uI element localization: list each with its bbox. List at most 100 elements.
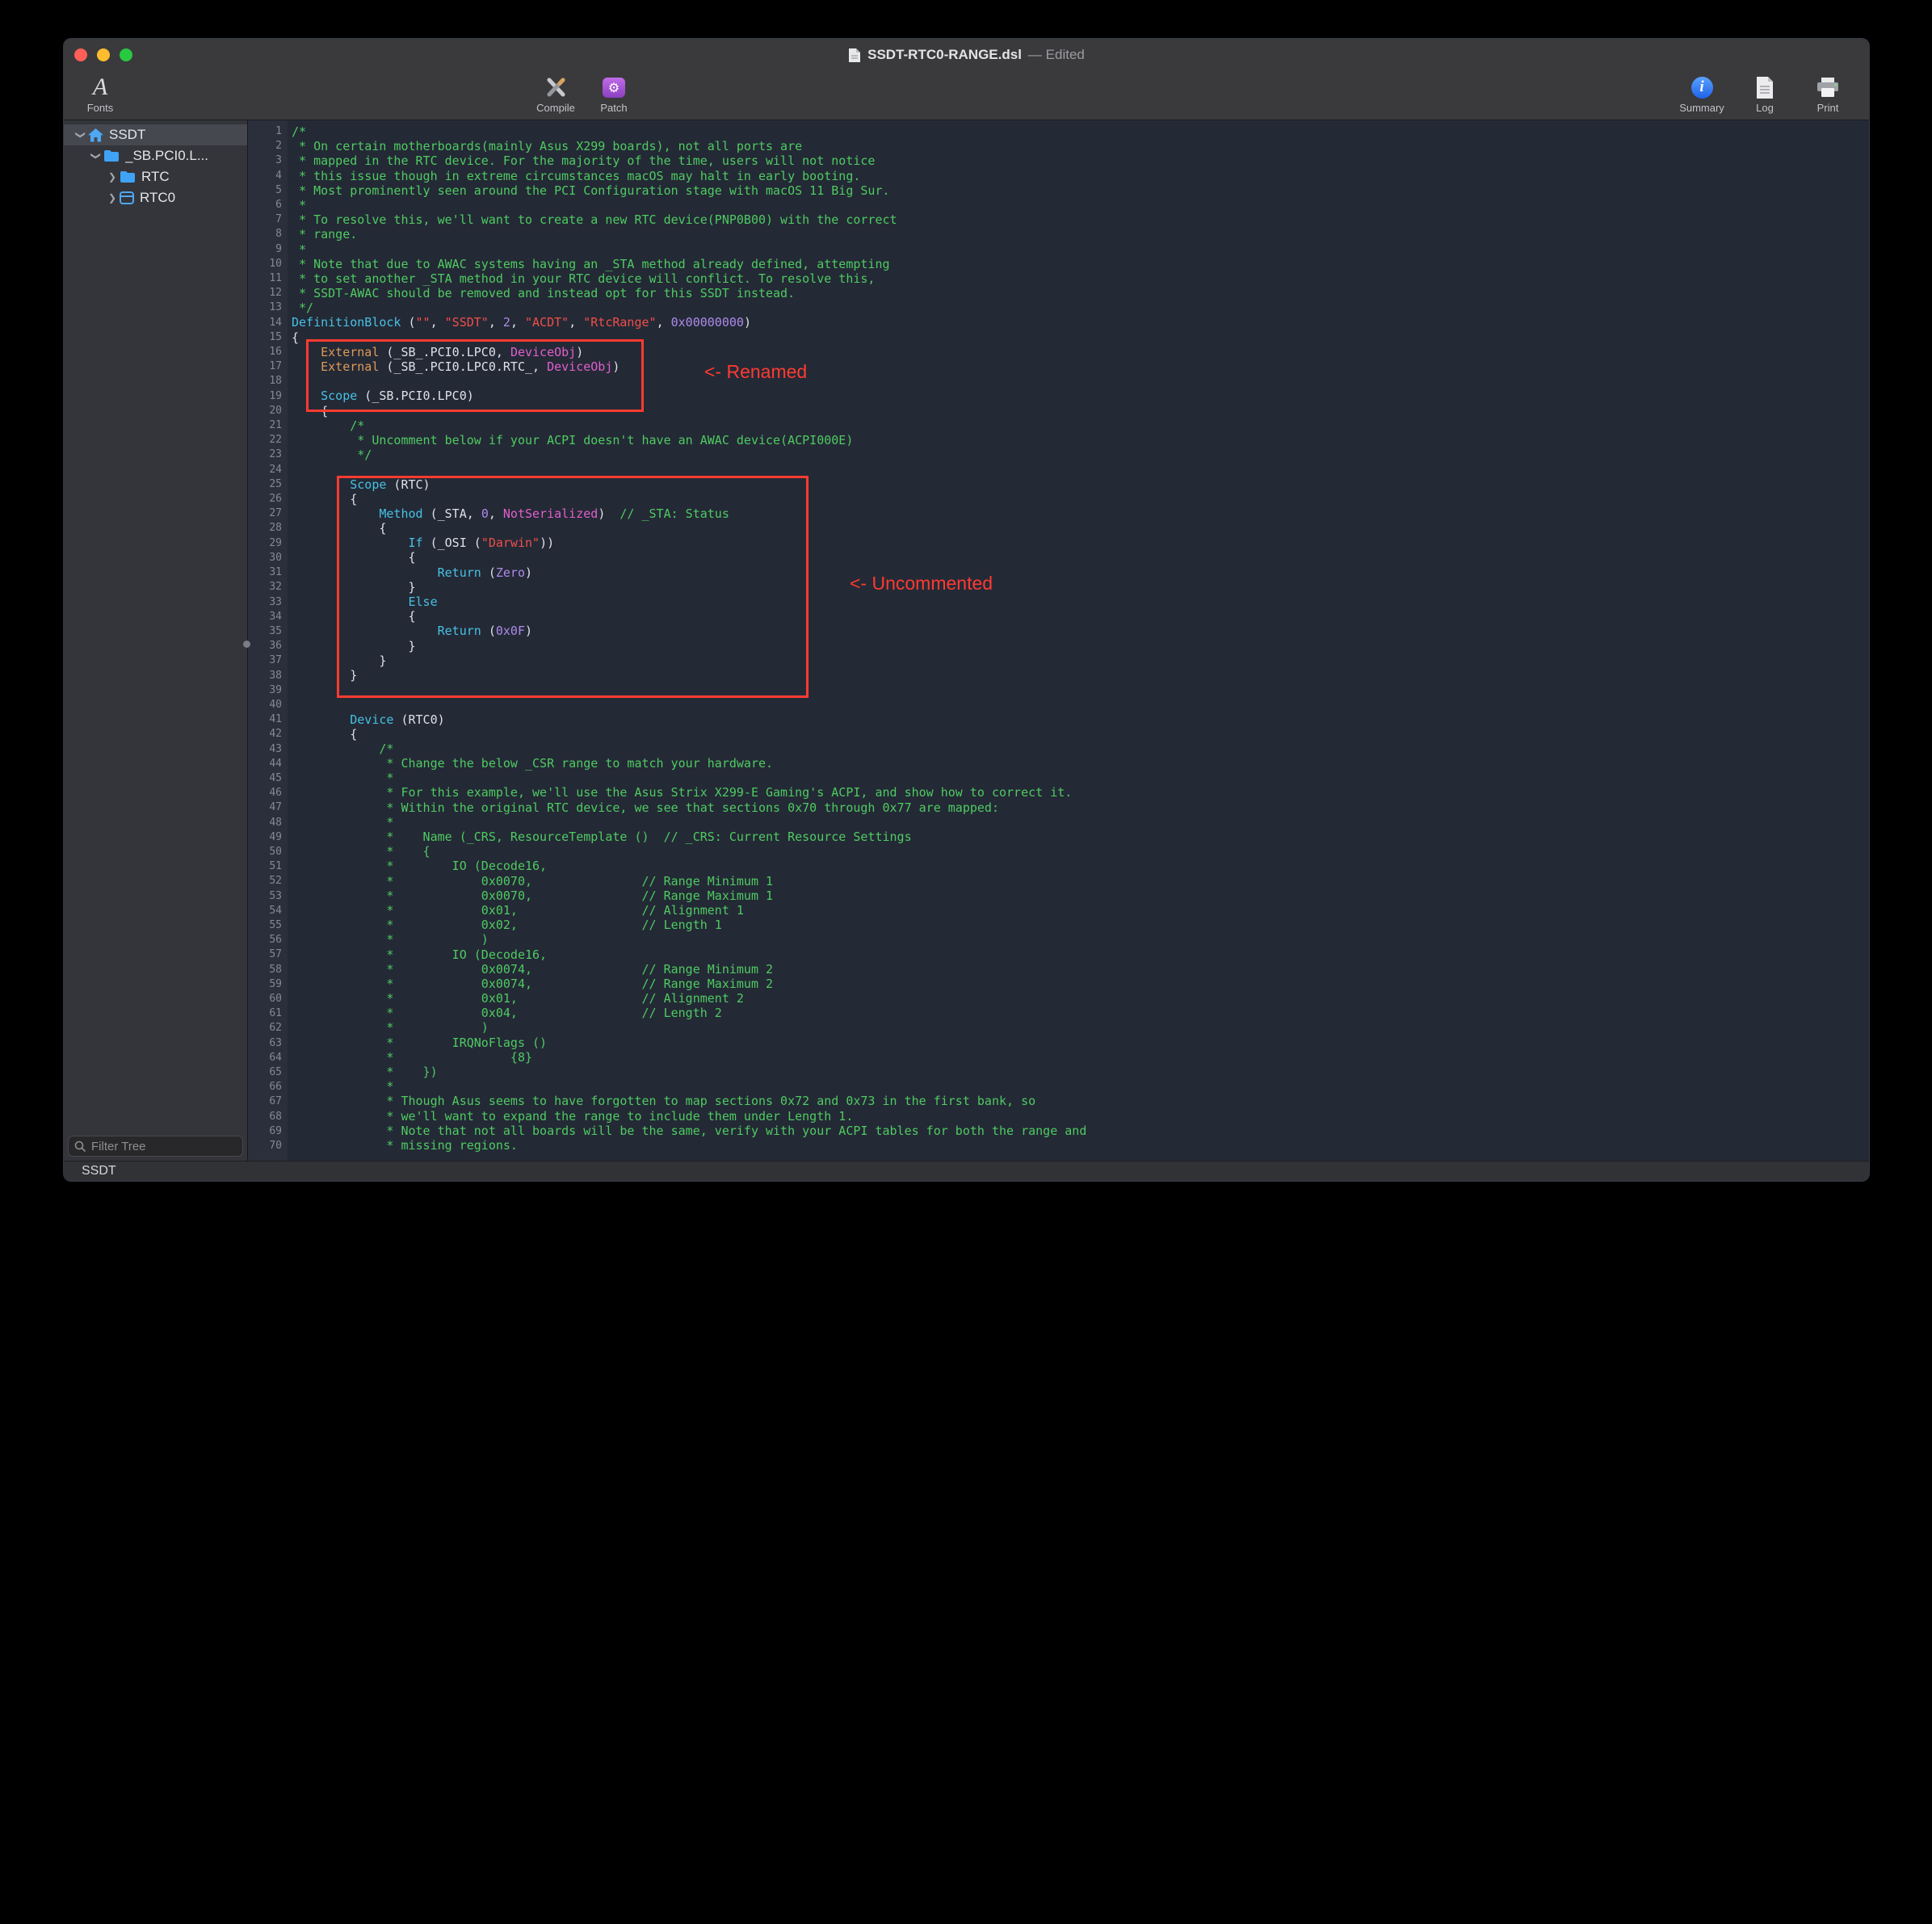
code-token[interactable]: * Within the original RTC device, we see… <box>292 800 999 815</box>
code-line[interactable]: * 0x01, // Alignment 2 <box>292 991 1869 1006</box>
code-line[interactable]: * mapped in the RTC device. For the majo… <box>292 153 1869 168</box>
chevron-right-icon[interactable]: ❯ <box>105 192 120 204</box>
code-token[interactable]: External <box>292 359 379 374</box>
code-token[interactable]: DeviceObj <box>547 359 612 374</box>
code-line[interactable]: * Most prominently seen around the PCI C… <box>292 183 1869 198</box>
code-token[interactable]: "RtcRange" <box>583 315 656 330</box>
code-token[interactable]: * 0x0070, // Range Maximum 1 <box>292 888 773 903</box>
code-line[interactable]: * ) <box>292 1020 1869 1035</box>
code-token[interactable]: * 0x01, // Alignment 1 <box>292 903 744 918</box>
code-token[interactable]: * Note that not all boards will be the s… <box>292 1124 1086 1138</box>
code-line[interactable]: { <box>292 609 1869 624</box>
code-line[interactable]: * 0x0074, // Range Minimum 2 <box>292 962 1869 977</box>
code-token[interactable]: { <box>292 521 386 536</box>
code-token[interactable]: ) <box>744 315 751 330</box>
code-token[interactable]: Scope <box>292 477 386 492</box>
code-line[interactable]: External (_SB_.PCI0.LPC0.RTC_, DeviceObj… <box>292 359 1869 374</box>
code-line[interactable]: * range. <box>292 227 1869 242</box>
code-token[interactable]: * range. <box>292 227 357 242</box>
code-token[interactable]: * ) <box>292 1020 489 1035</box>
code-line[interactable]: * missing regions. <box>292 1138 1869 1153</box>
code-line[interactable]: } <box>292 639 1869 653</box>
code-token[interactable]: /* <box>292 124 306 139</box>
code-line[interactable]: } <box>292 668 1869 683</box>
code-token[interactable]: ) <box>525 624 532 638</box>
code-token[interactable]: } <box>292 580 416 594</box>
code-line[interactable]: * 0x0070, // Range Minimum 1 <box>292 874 1869 888</box>
code-line[interactable]: * <box>292 771 1869 785</box>
code-token[interactable]: * missing regions. <box>292 1138 518 1153</box>
code-line[interactable]: Scope (RTC) <box>292 477 1869 492</box>
code-token[interactable]: ) <box>598 506 620 521</box>
print-button[interactable]: Print <box>1803 73 1853 114</box>
code-token[interactable]: // _STA: Status <box>620 506 729 521</box>
code-token[interactable]: /* <box>292 418 364 433</box>
code-token[interactable]: 0x0F <box>496 624 525 638</box>
code-token[interactable]: * to set another _STA method in your RTC… <box>292 271 875 286</box>
code-line[interactable]: * {8} <box>292 1050 1869 1065</box>
code-token[interactable]: Else <box>292 594 438 609</box>
code-token[interactable]: , <box>430 315 445 330</box>
code-token[interactable]: (_STA, <box>423 506 481 521</box>
code-line[interactable]: If (_OSI ("Darwin")) <box>292 536 1869 550</box>
close-button[interactable] <box>74 48 87 61</box>
code-token[interactable]: } <box>292 668 357 683</box>
code-token[interactable]: (_SB_.PCI0.LPC0.RTC_, <box>379 359 547 374</box>
code-token[interactable]: * IO (Decode16, <box>292 947 547 962</box>
code-token[interactable]: ( <box>481 624 496 638</box>
code-token[interactable]: { <box>292 492 357 506</box>
zoom-button[interactable] <box>120 48 132 61</box>
code-line[interactable]: * Change the below _CSR range to match y… <box>292 756 1869 771</box>
code-token[interactable]: )) <box>540 536 554 550</box>
code-token[interactable]: * we'll want to expand the range to incl… <box>292 1109 853 1124</box>
code-token[interactable]: { <box>292 550 416 565</box>
code-token[interactable]: * Change the below _CSR range to match y… <box>292 756 773 771</box>
splitter-handle[interactable] <box>243 641 250 648</box>
code-line[interactable]: * }) <box>292 1065 1869 1079</box>
code-line[interactable]: * <box>292 815 1869 830</box>
code-line[interactable]: { <box>292 521 1869 536</box>
code-token[interactable]: If <box>292 536 423 550</box>
code-token[interactable]: * { <box>292 844 430 859</box>
tree-item-rtc0[interactable]: ❯ RTC0 <box>64 187 247 208</box>
code-line[interactable]: * 0x0070, // Range Maximum 1 <box>292 888 1869 903</box>
code-line[interactable]: { <box>292 492 1869 506</box>
code-line[interactable]: * Within the original RTC device, we see… <box>292 800 1869 815</box>
chevron-down-icon[interactable]: ❯ <box>90 149 102 163</box>
code-token[interactable]: * this issue though in extreme circumsta… <box>292 169 860 183</box>
code-line[interactable]: * 0x01, // Alignment 1 <box>292 903 1869 918</box>
code-token[interactable]: Device <box>292 712 393 727</box>
code-token[interactable]: (RTC0) <box>393 712 444 727</box>
code-token[interactable]: * SSDT-AWAC should be removed and instea… <box>292 286 795 300</box>
code-line[interactable]: * { <box>292 844 1869 859</box>
chevron-right-icon[interactable]: ❯ <box>105 171 120 183</box>
code-line[interactable]: * IO (Decode16, <box>292 859 1869 873</box>
code-token[interactable]: * To resolve this, we'll want to create … <box>292 212 897 227</box>
code-token[interactable]: , <box>569 315 583 330</box>
code-line[interactable]: * IO (Decode16, <box>292 947 1869 962</box>
code-token[interactable]: } <box>292 653 386 668</box>
code-token[interactable]: External <box>292 345 379 359</box>
code-token[interactable]: * Uncomment below if your ACPI doesn't h… <box>292 433 853 447</box>
code-line[interactable]: * ) <box>292 932 1869 947</box>
code-line[interactable]: } <box>292 653 1869 668</box>
code-token[interactable]: * }) <box>292 1065 438 1079</box>
code-line[interactable]: Return (0x0F) <box>292 624 1869 638</box>
code-token[interactable]: { <box>292 404 328 418</box>
code-line[interactable]: * Note that due to AWAC systems having a… <box>292 257 1869 271</box>
code-token[interactable]: * Note that due to AWAC systems having a… <box>292 257 890 271</box>
code-line[interactable]: DefinitionBlock ("", "SSDT", 2, "ACDT", … <box>292 315 1869 330</box>
tree-item-sb-pci0[interactable]: ❯ _SB.PCI0.L... <box>64 145 247 166</box>
code-token[interactable]: "" <box>416 315 430 330</box>
code-line[interactable]: Scope (_SB.PCI0.LPC0) <box>292 389 1869 403</box>
code-token[interactable]: (_SB.PCI0.LPC0) <box>357 389 474 403</box>
compile-button[interactable]: Compile <box>531 73 581 114</box>
code-token[interactable]: * Name (_CRS, ResourceTemplate () // _CR… <box>292 830 912 844</box>
code-token[interactable]: * 0x01, // Alignment 2 <box>292 991 744 1006</box>
code-lines[interactable]: /* * On certain motherboards(mainly Asus… <box>288 120 1869 1161</box>
code-line[interactable]: /* <box>292 124 1869 139</box>
code-line[interactable] <box>292 683 1869 697</box>
code-token[interactable]: { <box>292 330 299 345</box>
code-line[interactable]: * <box>292 1079 1869 1094</box>
tree-item-ssdt[interactable]: ❯ SSDT <box>64 124 247 145</box>
